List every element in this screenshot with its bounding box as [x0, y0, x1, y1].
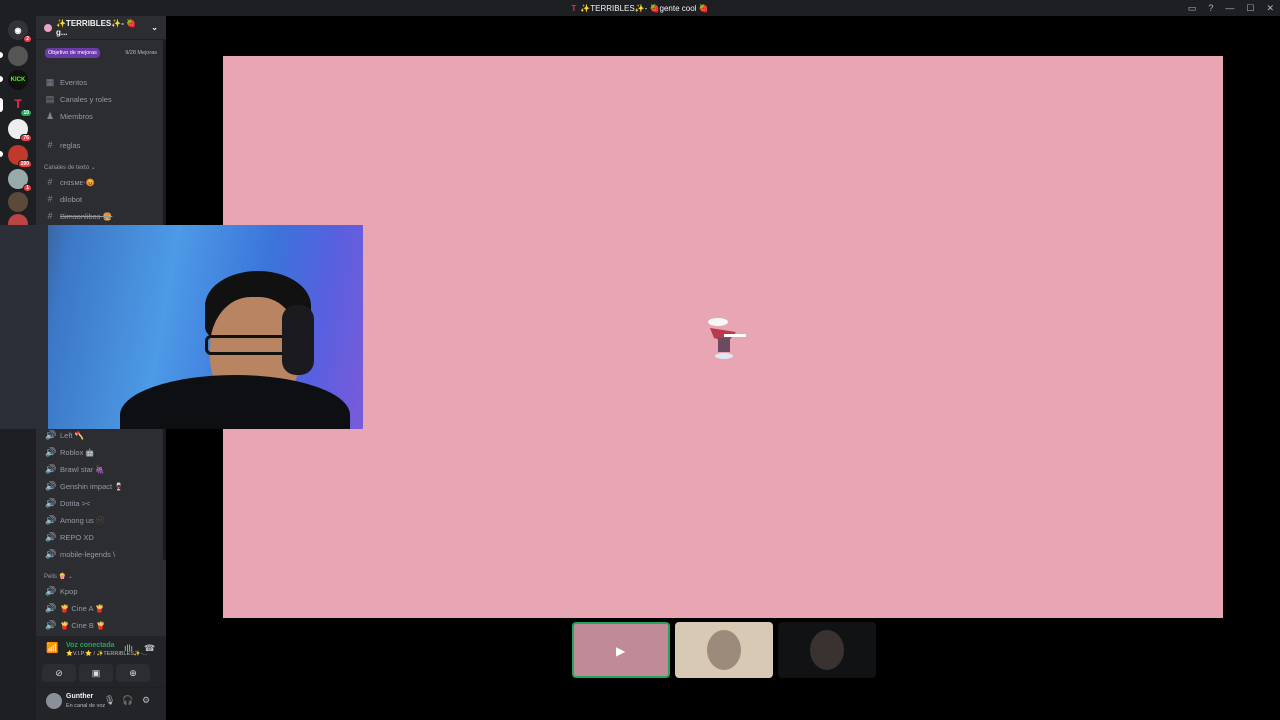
avatar [810, 630, 844, 670]
voice-status-channel[interactable]: ⭐V.I.P.⭐ / ✨TERRIBLES✨-... [66, 651, 147, 657]
hash-icon: # [47, 140, 53, 150]
signal-icon[interactable]: 📶 [46, 643, 58, 654]
screen-share-button[interactable]: ▣ [79, 664, 113, 682]
minimize-button[interactable]: — [1225, 3, 1234, 13]
guild-4-icon[interactable]: 76 [8, 119, 32, 142]
speaker-icon: 🔊 [45, 514, 57, 525]
boost-progress[interactable]: Objetivo de mejoras 9/28 Mejoras [42, 46, 160, 60]
headphones-icon[interactable]: 🎧 [122, 695, 133, 706]
window-controls: ▭ ? — ☐ ✕ [1188, 0, 1274, 16]
server-name: ✨TERRIBLES✨- 🍓g... [55, 18, 137, 37]
unread-indicator [0, 52, 3, 58]
help-icon[interactable]: ? [1208, 3, 1213, 13]
person-shirt [120, 375, 350, 429]
unread-indicator [0, 76, 3, 82]
hash-icon: # [47, 211, 53, 221]
nav-events[interactable]: ▦ Eventos [42, 74, 158, 90]
hash-icon: # [47, 177, 53, 187]
voice-channel-item[interactable]: 🔊 🍟 Cine B 🍟 [42, 617, 158, 633]
guild-5-icon[interactable]: 190 [8, 145, 32, 168]
unread-indicator [0, 151, 3, 157]
user-status: En canal de voz [66, 703, 106, 709]
voice-status-title[interactable]: Voz conectada [66, 642, 115, 649]
category-pelis[interactable]: Pelis 🍿 ⌄ [44, 573, 73, 580]
server-boost-icon [44, 23, 52, 32]
noise-suppression-icon[interactable]: ıllı [124, 643, 133, 653]
channel-rules[interactable]: # reglas [42, 137, 158, 153]
microphone-icon[interactable]: 🎙 [104, 695, 115, 706]
speaker-icon: 🔊 [45, 619, 57, 630]
speaker-icon: 🔊 [45, 446, 57, 457]
voice-channel-item[interactable]: 🔊 🍟 Cine A 🍟 [42, 600, 158, 616]
maximize-button[interactable]: ☐ [1246, 3, 1254, 14]
close-button[interactable]: ✕ [1266, 3, 1274, 14]
game-character-sprite [708, 318, 746, 359]
speaker-icon: 🔊 [45, 548, 57, 559]
gear-icon[interactable]: ⚙ [142, 695, 150, 706]
channel-item[interactable]: # Bimsonlibos-🍔 [42, 208, 158, 224]
participant-strip: ▶ [572, 622, 876, 678]
monitor-shape [0, 225, 48, 429]
camera-off-icon: ⊘ [55, 667, 63, 678]
guild-7-icon[interactable] [8, 192, 28, 212]
inbox-icon[interactable]: ▭ [1188, 3, 1197, 14]
chevron-down-icon: ⌄ [151, 23, 158, 32]
members-icon: ♟ [45, 110, 55, 121]
camera-off-button[interactable]: ⊘ [42, 664, 76, 682]
screen-share-icon: ▣ [91, 667, 101, 678]
category-text-channels[interactable]: Canales de texto ⌄ [44, 164, 96, 171]
guild-1-icon[interactable] [8, 46, 28, 66]
speaker-icon: 🔊 [45, 463, 57, 474]
boost-count: 9/28 Mejoras [125, 50, 157, 56]
activity-button[interactable]: ⊕ [116, 664, 150, 682]
avatar[interactable] [46, 693, 62, 709]
speaker-icon: 🔊 [45, 531, 57, 542]
glasses-shape [205, 335, 293, 355]
discord-home-icon[interactable]: ◉ 2 [8, 20, 32, 43]
gamepad-icon: ⊕ [129, 667, 137, 678]
hash-icon: # [47, 194, 53, 204]
voice-channel-item[interactable]: 🔊 mobile-legends \ [42, 546, 158, 562]
window-title: ✨TERRIBLES✨- 🍓gente cool 🍓 [580, 3, 709, 13]
username[interactable]: Gunther [66, 693, 93, 700]
speaker-icon: 🔊 [45, 585, 57, 596]
voice-channel-item[interactable]: 🔊 Left 🪓 [42, 427, 158, 443]
kick-icon[interactable]: KICK [8, 70, 28, 90]
speaker-icon: 🔊 [45, 480, 57, 491]
nav-members[interactable]: ♟ Miembros [42, 108, 158, 124]
voice-channel-item[interactable]: 🔊 Among us 🫥 [42, 512, 158, 528]
channel-item[interactable]: # ᴄʜɪꜱᴍᴇ-😡 [42, 174, 158, 190]
window-titlebar: T ✨TERRIBLES✨- 🍓gente cool 🍓 ▭ ? — ☐ ✕ [0, 0, 1280, 16]
voice-channel-item[interactable]: 🔊 Kpop [42, 583, 158, 599]
user-panel: Gunther En canal de voz 🎙 🎧 ⚙ [36, 688, 166, 720]
nav-channels-roles[interactable]: ▤ Canales y roles [42, 91, 158, 107]
webcam-overlay[interactable] [0, 225, 363, 429]
video-camera-icon: ▶ [616, 644, 626, 658]
calendar-icon: ▦ [45, 76, 55, 87]
participant-tile[interactable] [675, 622, 773, 678]
voice-channel-item[interactable]: 🔊 REPO XD [42, 529, 158, 545]
voice-connection-panel: 📶 Voz conectada ⭐V.I.P.⭐ / ✨TERRIBLES✨-.… [36, 636, 166, 688]
server-logo-icon: T [571, 3, 577, 13]
channel-item[interactable]: # dilobot [42, 191, 158, 207]
voice-channel-item[interactable]: 🔊 Dotita >< [42, 495, 158, 511]
participant-tile-active[interactable]: ▶ [572, 622, 670, 678]
server-header[interactable]: ✨TERRIBLES✨- 🍓g... ⌄ [36, 16, 166, 40]
voice-channel-item[interactable]: 🔊 Genshin impact 🍷 [42, 478, 158, 494]
terribles-guild-icon[interactable]: T 10 [8, 94, 32, 117]
headphones-shape [282, 305, 314, 375]
participant-tile[interactable] [778, 622, 876, 678]
boost-goal-label: Objetivo de mejoras [45, 48, 100, 58]
guild-6-icon[interactable]: 1 [8, 169, 32, 192]
disconnect-icon[interactable]: ☎ [144, 643, 155, 654]
list-icon: ▤ [45, 93, 55, 104]
speaker-icon: 🔊 [45, 497, 57, 508]
speaker-icon: 🔊 [45, 602, 57, 613]
selected-indicator [0, 98, 3, 112]
voice-channel-item[interactable]: 🔊 Roblox 🤖 [42, 444, 158, 460]
speaker-icon: 🔊 [45, 429, 57, 440]
avatar [707, 630, 741, 670]
voice-channel-item[interactable]: 🔊 Brawl star 🍇 [42, 461, 158, 477]
